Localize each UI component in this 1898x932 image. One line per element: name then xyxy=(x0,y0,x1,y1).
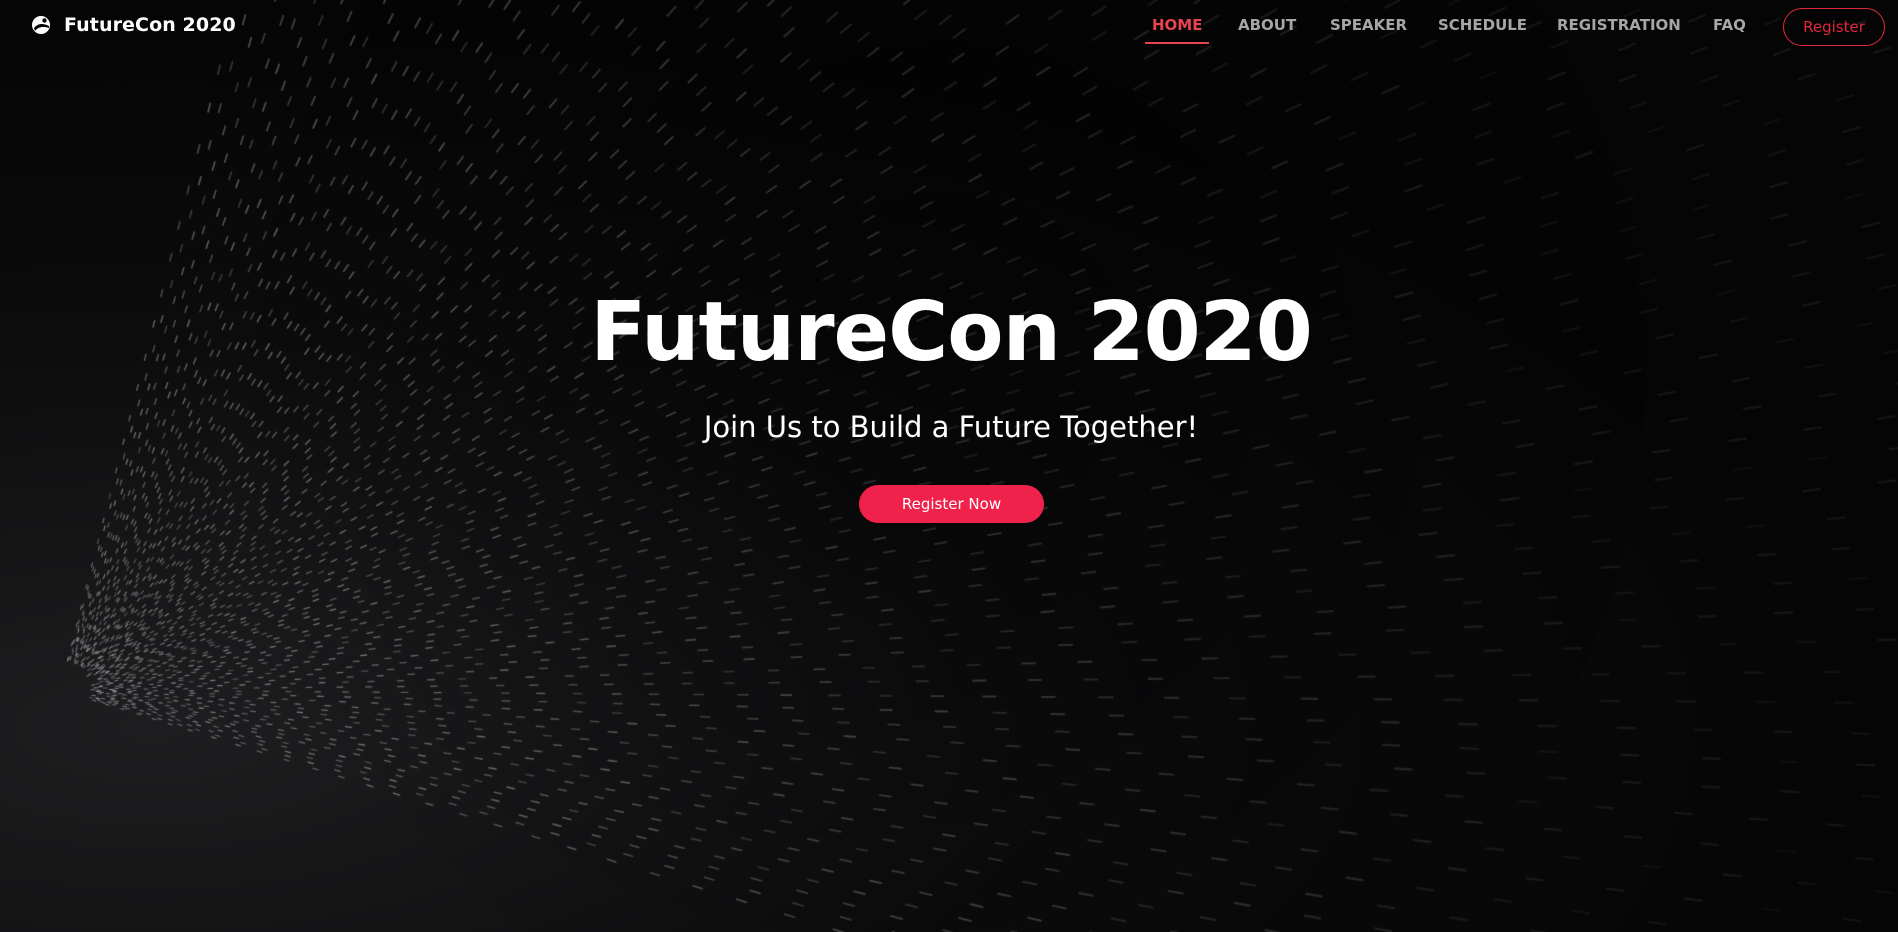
planet-icon xyxy=(30,14,52,36)
brand-name: FutureCon 2020 xyxy=(64,14,236,36)
nav-item-home[interactable]: HOME xyxy=(1144,16,1211,44)
nav-item-schedule[interactable]: SCHEDULE xyxy=(1438,16,1527,34)
navbar: FutureCon 2020 HOME ABOUT SPEAKER SCHEDU… xyxy=(0,0,1898,56)
nav-item-registration[interactable]: REGISTRATION xyxy=(1557,16,1681,34)
brand-logo-link[interactable]: FutureCon 2020 xyxy=(30,14,236,36)
nav-item-faq[interactable]: FAQ xyxy=(1713,16,1746,34)
nav-item-speaker[interactable]: SPEAKER xyxy=(1330,16,1407,34)
page: FutureCon 2020 HOME ABOUT SPEAKER SCHEDU… xyxy=(0,0,1898,932)
register-now-button[interactable]: Register Now xyxy=(859,485,1044,523)
hero-background-image xyxy=(0,0,1898,932)
register-button[interactable]: Register xyxy=(1783,8,1885,46)
nav-item-about[interactable]: ABOUT xyxy=(1238,16,1296,34)
